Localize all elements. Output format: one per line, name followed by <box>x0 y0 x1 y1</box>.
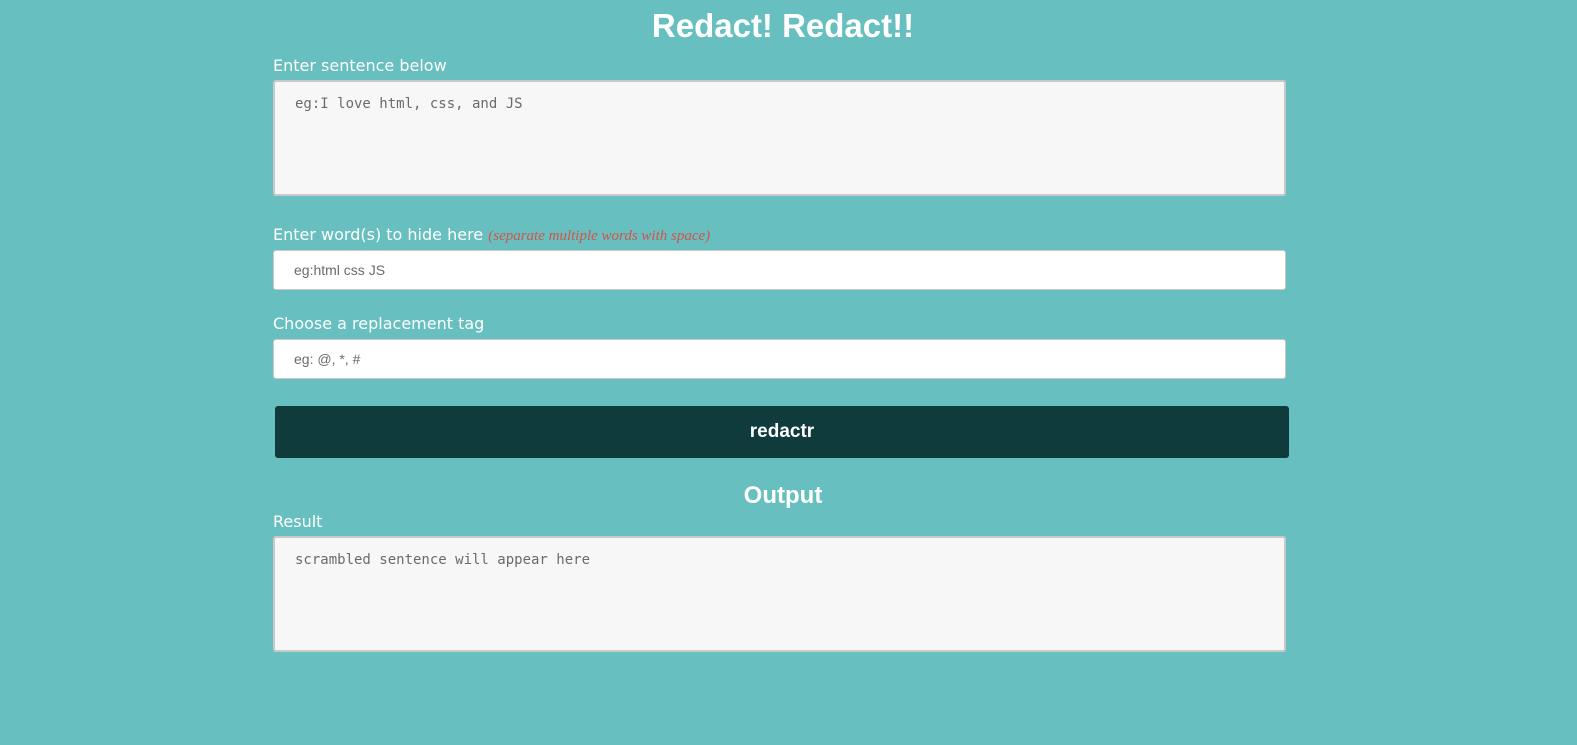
replacement-tag-input[interactable] <box>273 339 1286 379</box>
sentence-label: Enter sentence below <box>273 56 447 75</box>
words-label: Enter word(s) to hide here (separate mul… <box>273 225 710 246</box>
result-output[interactable] <box>273 536 1286 652</box>
replacement-label: Choose a replacement tag <box>273 314 485 333</box>
sentence-input[interactable] <box>273 80 1286 196</box>
words-label-text: Enter word(s) to hide here <box>273 225 484 244</box>
words-to-hide-input[interactable] <box>273 250 1286 290</box>
page-title: Redact! Redact!! <box>651 7 915 44</box>
output-heading: Output <box>743 482 823 509</box>
result-label: Result <box>273 512 323 531</box>
redact-page: Redact! Redact!! Enter sentence below En… <box>0 0 1577 745</box>
redactr-button[interactable]: redactr <box>275 406 1289 458</box>
words-hint: (separate multiple words with space) <box>488 228 711 244</box>
